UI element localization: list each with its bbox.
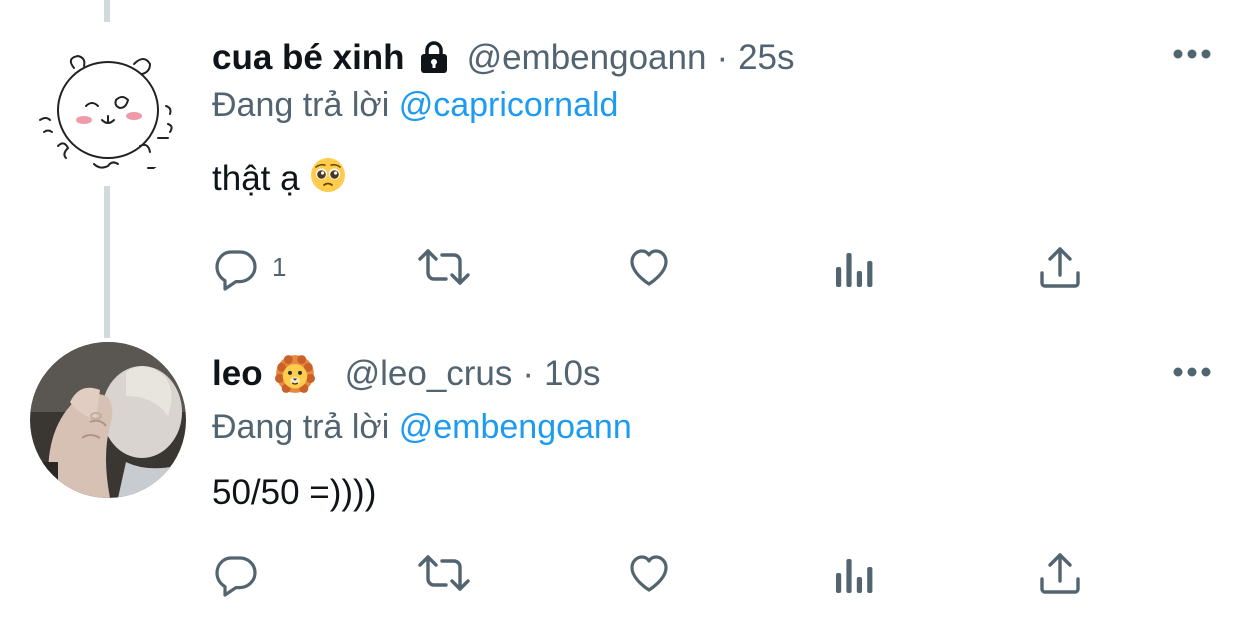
drawn-hamster-avatar-icon: [30, 28, 186, 184]
like-button[interactable]: [624, 242, 674, 292]
reply-context: Đang trả lời @embengoann: [212, 408, 632, 447]
reply-icon: [215, 556, 257, 597]
like-icon: [630, 555, 668, 592]
reply-button[interactable]: [212, 548, 260, 598]
separator-dot: ·: [716, 38, 729, 77]
analytics-button[interactable]: [832, 548, 876, 598]
reply-prefix: Đang trả lời: [212, 408, 390, 446]
timestamp[interactable]: 10s: [544, 354, 600, 394]
more-options-button[interactable]: [1172, 34, 1212, 74]
analytics-button[interactable]: [832, 242, 876, 292]
tweet-text-content: 50/50 =)))): [212, 473, 377, 512]
share-button[interactable]: [1038, 548, 1082, 598]
reply-mention-link[interactable]: @embengoann: [399, 408, 632, 446]
lion-face-emoji-icon: [274, 354, 315, 394]
reply-context: Đang trả lời @capricornald: [212, 86, 618, 125]
action-bar: [212, 548, 1092, 598]
more-options-button[interactable]: [1172, 352, 1212, 392]
separator-dot: ·: [522, 354, 535, 393]
reply-count: 1: [272, 251, 287, 282]
like-icon: [630, 249, 668, 286]
retweet-button[interactable]: [414, 548, 474, 598]
avatar[interactable]: [30, 342, 186, 498]
more-dots-icon: [1173, 49, 1211, 59]
reply-prefix: Đang trả lời: [212, 86, 390, 124]
display-name[interactable]: leo: [212, 354, 263, 394]
share-icon: [1040, 247, 1080, 288]
timestamp[interactable]: 25s: [738, 38, 794, 78]
like-button[interactable]: [624, 548, 674, 598]
share-button[interactable]: [1038, 242, 1082, 292]
tweet-text: 50/50 =)))): [212, 470, 376, 516]
more-dots-icon: [1173, 367, 1211, 377]
analytics-icon: [836, 559, 873, 593]
user-handle[interactable]: @leo_crus: [345, 354, 513, 394]
avatar[interactable]: [30, 28, 186, 184]
tweet-1[interactable]: cua bé xinh @embengoann · 25s Đang trả l…: [0, 0, 1242, 330]
tweet-header: leo @leo_crus · 10s: [212, 352, 601, 396]
reply-button[interactable]: 1: [212, 242, 286, 292]
reply-icon: [215, 250, 257, 291]
tweet-text-content: thật ạ: [212, 159, 300, 198]
display-name[interactable]: cua bé xinh: [212, 38, 405, 78]
lock-icon: [417, 41, 451, 75]
retweet-icon: [418, 555, 470, 591]
retweet-icon: [418, 249, 470, 285]
tweet-text: thật ạ: [212, 156, 346, 202]
reply-mention-link[interactable]: @capricornald: [399, 86, 619, 124]
analytics-icon: [836, 253, 873, 287]
pleading-face-emoji-icon: [310, 157, 346, 202]
photo-hand-on-face-avatar-icon: [30, 342, 186, 498]
share-icon: [1040, 553, 1080, 594]
retweet-button[interactable]: [414, 242, 474, 292]
tweet-2[interactable]: leo @leo_crus · 10s Đang trả lời @embeng…: [0, 330, 1242, 618]
action-bar: 1: [212, 242, 1092, 292]
tweet-header: cua bé xinh @embengoann · 25s: [212, 36, 795, 80]
user-handle[interactable]: @embengoann: [467, 38, 707, 78]
